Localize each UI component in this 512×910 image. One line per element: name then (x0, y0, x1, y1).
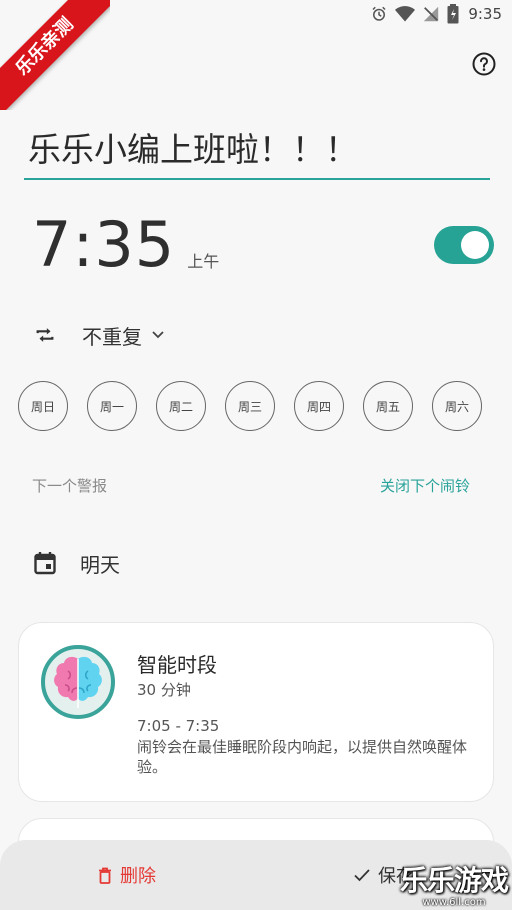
repeat-selector[interactable]: 不重复 (34, 320, 164, 350)
status-time: 9:35 (468, 5, 502, 23)
smart-window-range: 7:05 - 7:35 (137, 717, 220, 735)
smart-window-card[interactable]: 智能时段 30 分钟 7:05 - 7:35 闹铃会在最佳睡眠阶段内响起，以提供… (18, 622, 494, 802)
brain-icon (41, 645, 115, 719)
corner-ribbon: 乐乐亲测 (0, 0, 110, 110)
date-label: 明天 (80, 552, 120, 577)
watermark-text: 乐乐游戏 (399, 863, 509, 897)
alarm-ampm: 上午 (187, 252, 220, 271)
alarm-title-input[interactable]: 乐乐小编上班啦！！！ (24, 124, 490, 180)
next-alarm-label: 下一个警报 (32, 477, 108, 495)
chevron-down-icon (152, 331, 164, 339)
watermark-url: www.6ll.com (422, 896, 486, 908)
smart-window-description: 闹铃会在最佳睡眠阶段内响起，以提供自然唤醒体验。 (137, 738, 468, 776)
smart-window-title: 智能时段 (137, 653, 217, 677)
alarm-enable-toggle[interactable] (434, 226, 494, 264)
status-icons: 9:35 (370, 4, 502, 24)
day-friday[interactable]: 周五 (363, 381, 413, 431)
alarm-time[interactable]: 7:35 上午 (32, 210, 219, 280)
repeat-label: 不重复 (82, 324, 142, 349)
trash-icon (99, 867, 111, 884)
ribbon-text: 乐乐亲测 (0, 0, 110, 110)
check-icon (354, 869, 370, 882)
alarm-icon (372, 6, 386, 21)
smart-window-duration: 30 分钟 (137, 681, 191, 699)
weekday-selector: 周日 周一 周二 周三 周四 周五 周六 (18, 381, 482, 431)
date-selector[interactable]: 明天 (34, 548, 120, 578)
delete-button[interactable]: 删除 (98, 862, 156, 888)
delete-label: 删除 (120, 866, 156, 887)
repeat-icon (36, 328, 54, 342)
toggle-knob (461, 231, 489, 259)
calendar-icon (34, 552, 56, 575)
alarm-time-value: 7:35 (32, 208, 176, 281)
day-saturday[interactable]: 周六 (432, 381, 482, 431)
day-tuesday[interactable]: 周二 (156, 381, 206, 431)
question-circle-icon (472, 52, 496, 76)
battery-icon (447, 4, 459, 24)
help-button[interactable] (472, 52, 496, 76)
day-wednesday[interactable]: 周三 (225, 381, 275, 431)
day-monday[interactable]: 周一 (87, 381, 137, 431)
skip-next-alarm-button[interactable]: 关闭下个闹铃 (380, 475, 470, 496)
day-sunday[interactable]: 周日 (18, 381, 68, 431)
wifi-icon (395, 6, 416, 22)
signal-icon (424, 6, 439, 22)
watermark-logo: 乐乐游戏 www.6ll.com (396, 856, 512, 910)
day-thursday[interactable]: 周四 (294, 381, 344, 431)
